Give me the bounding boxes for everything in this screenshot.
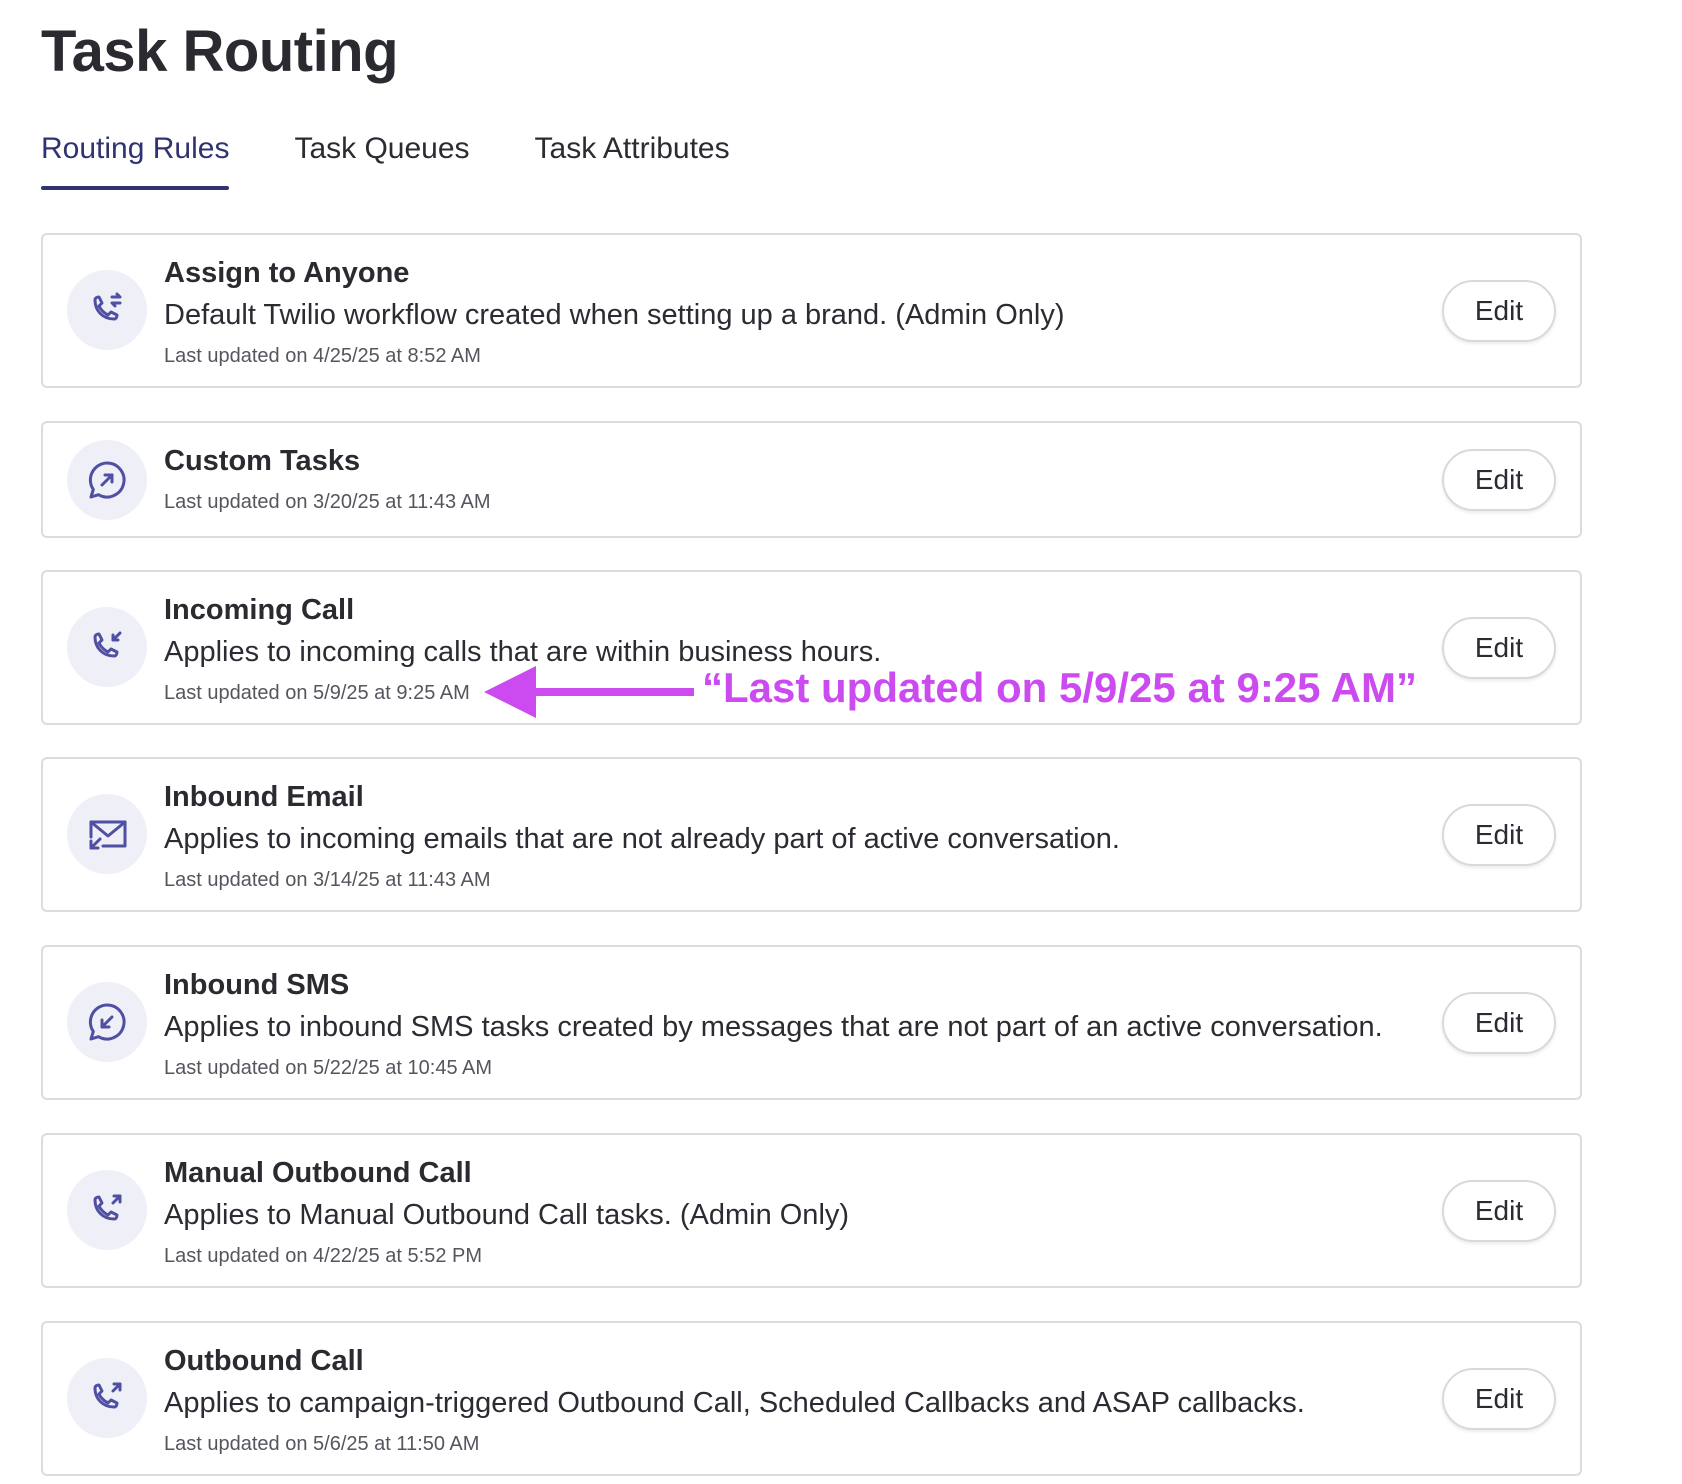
edit-button[interactable]: Edit xyxy=(1442,1180,1556,1242)
edit-button[interactable]: Edit xyxy=(1442,449,1556,511)
mail-inbound-icon xyxy=(67,794,147,874)
rule-last-updated: Last updated on 3/20/25 at 11:43 AM xyxy=(164,491,491,513)
phone-transfer-icon xyxy=(67,270,147,350)
rule-description: Applies to inbound SMS tasks created by … xyxy=(164,1011,1383,1043)
phone-outgoing-icon xyxy=(67,1358,147,1438)
rule-card-custom-tasks: Custom Tasks Last updated on 3/20/25 at … xyxy=(41,421,1582,538)
rule-title: Manual Outbound Call xyxy=(164,1157,472,1189)
rule-card-manual-outbound-call: Manual Outbound Call Applies to Manual O… xyxy=(41,1133,1582,1288)
rule-description: Applies to incoming emails that are not … xyxy=(164,823,1120,855)
tab-task-queues[interactable]: Task Queues xyxy=(294,132,469,190)
rule-title: Incoming Call xyxy=(164,594,355,626)
phone-incoming-icon xyxy=(67,607,147,687)
rule-title: Custom Tasks xyxy=(164,445,361,477)
tab-routing-rules[interactable]: Routing Rules xyxy=(41,132,230,190)
chat-incoming-icon xyxy=(67,982,147,1062)
rule-title: Inbound Email xyxy=(164,781,364,813)
rule-card-inbound-email: Inbound Email Applies to incoming emails… xyxy=(41,757,1582,912)
edit-button[interactable]: Edit xyxy=(1442,804,1556,866)
rule-last-updated: Last updated on 4/25/25 at 8:52 AM xyxy=(164,345,481,367)
rule-card-outbound-call: Outbound Call Applies to campaign-trigge… xyxy=(41,1321,1582,1476)
tab-task-attributes[interactable]: Task Attributes xyxy=(535,132,730,190)
rule-title: Inbound SMS xyxy=(164,969,350,1001)
rule-description: Applies to campaign-triggered Outbound C… xyxy=(164,1387,1305,1419)
edit-button[interactable]: Edit xyxy=(1442,992,1556,1054)
rule-title: Assign to Anyone xyxy=(164,257,410,289)
page-title: Task Routing xyxy=(41,19,399,84)
rule-description: Applies to Manual Outbound Call tasks. (… xyxy=(164,1199,850,1231)
tab-bar: Routing Rules Task Queues Task Attribute… xyxy=(41,132,730,190)
annotation-arrow-icon xyxy=(484,666,694,718)
annotation-label: “Last updated on 5/9/25 at 9:25 AM” xyxy=(702,664,1417,711)
phone-outgoing-icon xyxy=(67,1170,147,1250)
edit-button[interactable]: Edit xyxy=(1442,1368,1556,1430)
edit-button[interactable]: Edit xyxy=(1442,280,1556,342)
edit-button[interactable]: Edit xyxy=(1442,617,1556,679)
rule-last-updated: Last updated on 5/22/25 at 10:45 AM xyxy=(164,1057,493,1079)
rule-card-assign-to-anyone: Assign to Anyone Default Twilio workflow… xyxy=(41,233,1582,388)
rule-last-updated: Last updated on 3/14/25 at 11:43 AM xyxy=(164,869,491,891)
rule-last-updated: Last updated on 5/6/25 at 11:50 AM xyxy=(164,1433,480,1455)
rule-card-inbound-sms: Inbound SMS Applies to inbound SMS tasks… xyxy=(41,945,1582,1100)
rule-description: Default Twilio workflow created when set… xyxy=(164,299,1065,331)
rule-last-updated: Last updated on 4/22/25 at 5:52 PM xyxy=(164,1245,483,1267)
chat-outgoing-icon xyxy=(67,440,147,520)
rule-title: Outbound Call xyxy=(164,1345,364,1377)
